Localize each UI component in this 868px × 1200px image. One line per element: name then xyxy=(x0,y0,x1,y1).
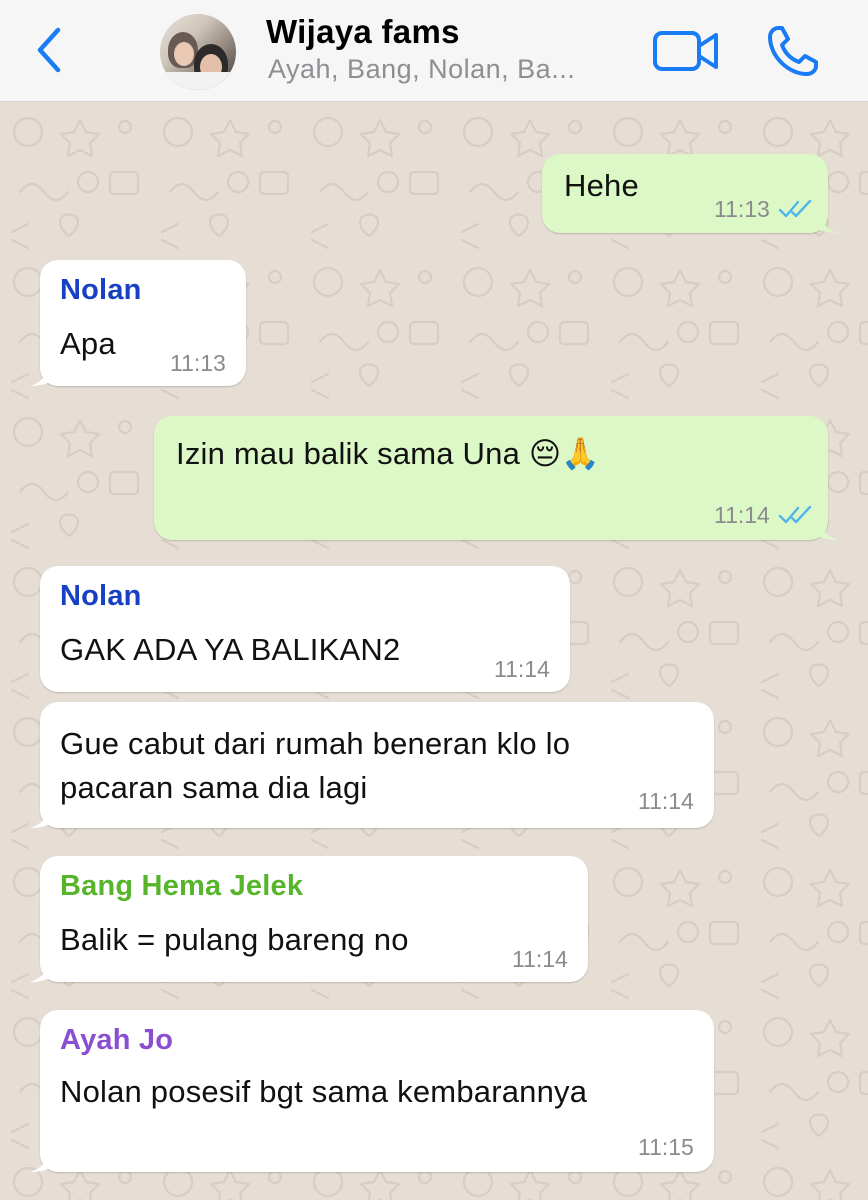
message-text: Balik = pulang bareng no xyxy=(60,922,409,957)
message-time: 11:13 xyxy=(170,350,226,376)
message-time: 11:13 xyxy=(714,196,770,222)
message-bubble-incoming[interactable]: Ayah Jo Nolan posesif bgt sama kembarann… xyxy=(30,1010,714,1172)
read-receipt-icon xyxy=(778,199,812,218)
message-bubble-incoming[interactable]: Nolan Apa 11:13 xyxy=(30,260,246,386)
message-text: GAK ADA YA BALIKAN2 xyxy=(60,632,401,667)
message-text: Nolan posesif bgt sama kembarannya xyxy=(60,1074,588,1109)
sender-name[interactable]: Nolan xyxy=(60,580,142,613)
sender-name[interactable]: Ayah Jo xyxy=(60,1024,173,1057)
chat-title[interactable]: Wijaya fams xyxy=(266,13,460,51)
message-bubble-incoming[interactable]: Gue cabut dari rumah beneran klo lo paca… xyxy=(30,702,714,828)
message-time: 11:15 xyxy=(638,1134,694,1160)
message-time: 11:14 xyxy=(714,502,770,528)
message-text: Izin mau balik sama Una 😔🙏 xyxy=(176,436,601,471)
chat-header: Wijaya fams Ayah, Bang, Nolan, Ba... xyxy=(0,0,868,102)
message-text: Hehe xyxy=(564,168,639,203)
message-time: 11:14 xyxy=(638,788,694,814)
message-text: Apa xyxy=(60,326,116,361)
chat-participants[interactable]: Ayah, Bang, Nolan, Ba... xyxy=(268,54,575,85)
chevron-left-icon[interactable] xyxy=(30,22,70,78)
video-camera-icon[interactable] xyxy=(652,26,720,76)
message-bubble-incoming[interactable]: Nolan GAK ADA YA BALIKAN2 11:14 xyxy=(40,566,570,692)
message-bubble-outgoing[interactable]: Izin mau balik sama Una 😔🙏 11:14 xyxy=(154,416,838,540)
message-text-line: pacaran sama dia lagi xyxy=(60,770,368,805)
sender-name[interactable]: Bang Hema Jelek xyxy=(60,870,303,903)
message-bubble-outgoing[interactable]: Hehe 11:13 xyxy=(542,154,838,233)
message-bubble-incoming[interactable]: Bang Hema Jelek Balik = pulang bareng no… xyxy=(30,856,588,982)
group-avatar[interactable] xyxy=(160,14,236,90)
sender-name[interactable]: Nolan xyxy=(60,274,142,307)
read-receipt-icon xyxy=(778,505,812,524)
message-list[interactable]: Hehe 11:13 Nolan Apa 11:13 Izin mau bali… xyxy=(0,102,868,1200)
message-time: 11:14 xyxy=(494,656,550,682)
message-text-line: Gue cabut dari rumah beneran klo lo xyxy=(60,726,571,761)
phone-icon[interactable] xyxy=(764,22,822,80)
message-time: 11:14 xyxy=(512,946,568,972)
